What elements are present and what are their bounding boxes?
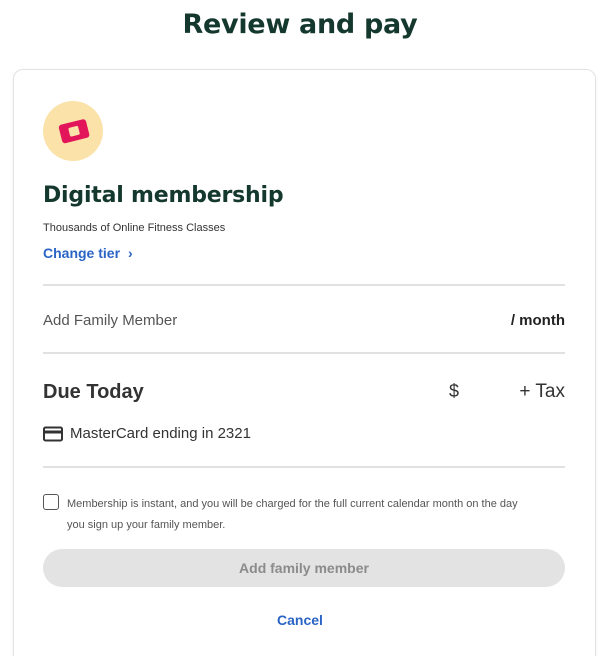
- due-today-amount: $: [449, 381, 460, 401]
- add-family-member-button[interactable]: Add family member: [43, 549, 565, 587]
- divider: [43, 352, 565, 354]
- membership-icon-badge: [43, 101, 103, 161]
- change-tier-label: Change tier: [43, 245, 121, 261]
- membership-subtitle: Thousands of Online Fitness Classes: [43, 222, 226, 234]
- consent-text: Membership is instant, and you will be c…: [67, 498, 518, 531]
- chevron-right-icon: ›: [128, 245, 133, 261]
- divider: [43, 466, 565, 468]
- tax-label: + Tax: [519, 381, 565, 402]
- membership-title: Digital membership: [43, 183, 284, 208]
- page-title: Review and pay: [182, 9, 418, 40]
- consent-checkbox[interactable]: [43, 494, 59, 510]
- cancel-link[interactable]: Cancel: [0, 612, 600, 628]
- payment-method: MasterCard ending in 2321: [43, 425, 251, 442]
- change-tier-link[interactable]: Change tier ›: [43, 245, 133, 261]
- family-member-label: Add Family Member: [43, 312, 178, 329]
- credit-card-icon: [43, 426, 63, 441]
- ticket-icon: [58, 119, 90, 144]
- due-today-label: Due Today: [43, 381, 144, 403]
- family-member-price: / month: [510, 312, 565, 329]
- divider: [43, 284, 565, 286]
- payment-method-text: MasterCard ending in 2321: [70, 425, 251, 442]
